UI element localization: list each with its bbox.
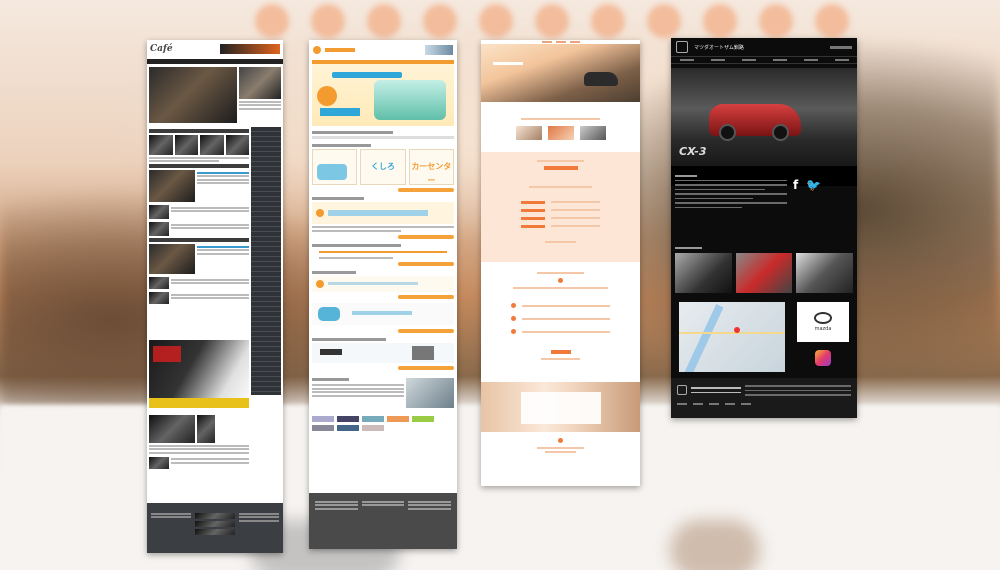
- thumb[interactable]: [149, 222, 169, 236]
- sidebar-menu[interactable]: [251, 127, 281, 395]
- rental-banner[interactable]: [312, 202, 454, 224]
- facebook-icon[interactable]: f: [793, 178, 798, 211]
- feature-image[interactable]: [149, 67, 237, 123]
- news-image[interactable]: [406, 378, 454, 408]
- vehicle-banner[interactable]: [312, 303, 454, 325]
- service-card-kushiro[interactable]: くしろ: [360, 149, 406, 185]
- site-footer: [309, 493, 457, 549]
- info-section: [481, 152, 640, 262]
- site-footer: [147, 503, 283, 553]
- background-orange-circles: [255, 4, 849, 38]
- site-header: [309, 40, 457, 60]
- thumb[interactable]: [149, 205, 169, 219]
- news-social-section: f 🐦: [675, 172, 853, 211]
- screenshot-motorcycle-magazine[interactable]: Café: [147, 40, 283, 553]
- instagram-icon[interactable]: [815, 350, 831, 366]
- thumb[interactable]: [225, 135, 249, 155]
- lower-articles: [149, 415, 249, 469]
- section-button[interactable]: [543, 166, 578, 170]
- gallery-thumb[interactable]: [675, 252, 732, 293]
- thumb[interactable]: [200, 135, 224, 155]
- article-image[interactable]: [149, 170, 195, 202]
- screenshot-rental-service[interactable]: くしろ カーセンター: [309, 40, 457, 549]
- hero-caption: CX-3: [679, 145, 707, 158]
- service-card-carcenter[interactable]: カーセンター: [408, 149, 454, 185]
- screenshot-pale-corporate[interactable]: [481, 40, 640, 486]
- feature-thumb[interactable]: [239, 67, 281, 99]
- thumb[interactable]: [149, 135, 173, 155]
- service-card[interactable]: [312, 149, 358, 185]
- promo-banner[interactable]: [312, 343, 454, 363]
- background-bottom-shape: [670, 520, 760, 570]
- gallery-thumb[interactable]: [735, 252, 793, 293]
- thumb-row: [149, 135, 249, 155]
- thumb[interactable]: [197, 415, 215, 443]
- article-image[interactable]: [149, 415, 195, 443]
- feature-thumbs: [481, 126, 640, 140]
- thumb[interactable]: [149, 292, 169, 304]
- thumb[interactable]: [149, 456, 169, 469]
- thumb[interactable]: [515, 126, 542, 140]
- more-button[interactable]: [550, 350, 571, 354]
- site-header: マツダオートザム釧路: [671, 38, 857, 56]
- location-map[interactable]: [679, 302, 785, 372]
- brand-emblem-icon[interactable]: [676, 41, 688, 53]
- footer-emblem-icon: [677, 385, 687, 396]
- gallery-section: [675, 244, 854, 293]
- site-footer: [671, 378, 857, 418]
- thumb[interactable]: [579, 126, 606, 140]
- article-image[interactable]: [149, 244, 195, 274]
- site-logo[interactable]: Café: [150, 44, 173, 54]
- mazda-logo-button[interactable]: mazda: [797, 302, 849, 342]
- partner-logos: [312, 416, 454, 431]
- nav-bar[interactable]: [671, 56, 857, 64]
- motorcycle-banner[interactable]: [149, 340, 249, 408]
- red-car-image: [709, 104, 801, 141]
- thumb[interactable]: [174, 135, 198, 155]
- gallery-thumb[interactable]: [796, 252, 854, 293]
- site-header: Café: [147, 40, 283, 58]
- thumb[interactable]: [149, 277, 169, 289]
- dealer-title[interactable]: マツダオートザム釧路: [694, 44, 744, 51]
- steps-section: [481, 262, 640, 374]
- service-cards: くしろ カーセンター: [312, 149, 454, 185]
- thumb[interactable]: [547, 126, 574, 140]
- site-logo-icon[interactable]: [313, 46, 321, 54]
- twitter-icon[interactable]: 🐦: [806, 178, 821, 211]
- screenshot-dealer-site[interactable]: マツダオートザム釧路 CX-3 f 🐦 mazda: [671, 38, 857, 418]
- header-banner-ad[interactable]: [220, 44, 280, 54]
- news-area: [312, 378, 454, 408]
- hero-banner[interactable]: [312, 64, 454, 126]
- contact-banner[interactable]: [481, 382, 640, 432]
- top-feature-row: [147, 64, 283, 123]
- info-banner[interactable]: [312, 276, 454, 292]
- hero-image[interactable]: [481, 44, 640, 102]
